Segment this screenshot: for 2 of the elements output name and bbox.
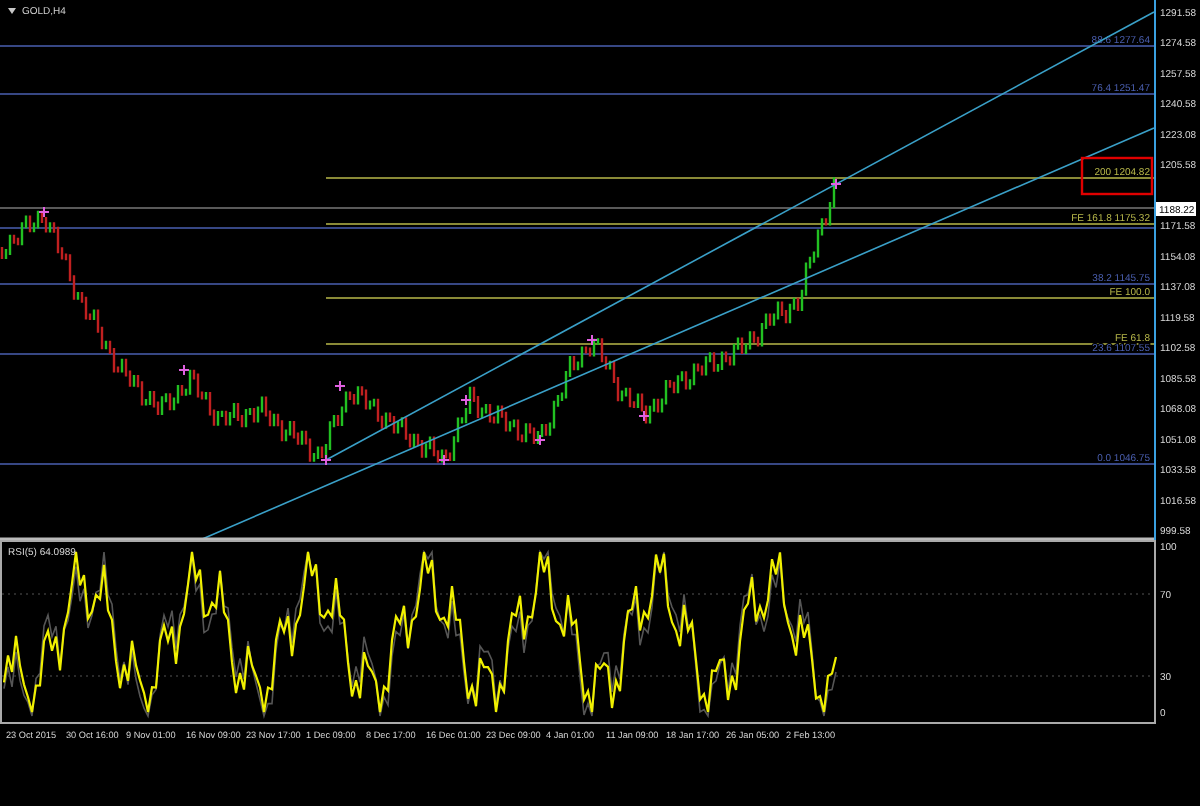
highlight-rectangle	[1080, 156, 1154, 196]
dropdown-icon[interactable]	[8, 8, 16, 14]
